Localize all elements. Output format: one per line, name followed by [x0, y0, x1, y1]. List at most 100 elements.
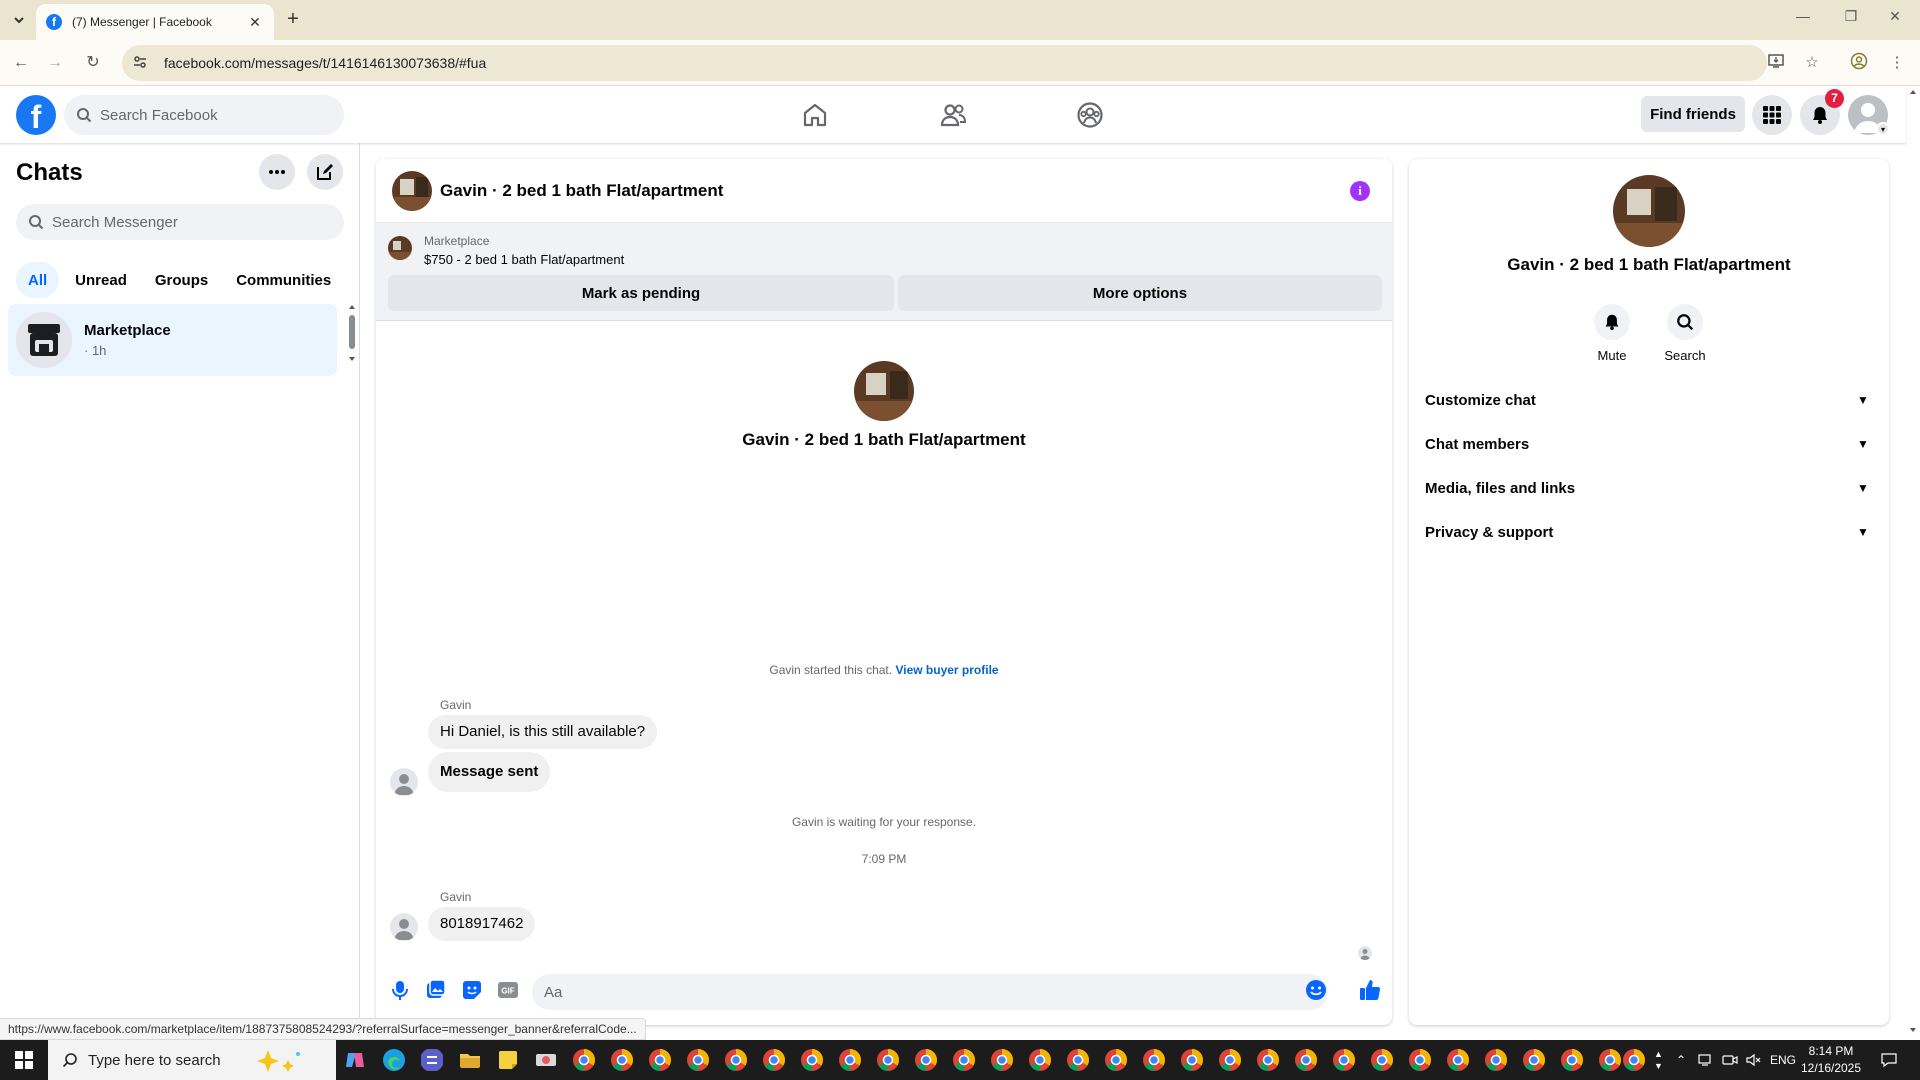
message-input-field[interactable]: [532, 974, 1328, 1010]
mute-action[interactable]: Mute: [1582, 304, 1642, 363]
message-input[interactable]: [544, 983, 1244, 1001]
chrome-profile-icon[interactable]: [876, 1048, 900, 1072]
filter-all[interactable]: All: [16, 262, 60, 298]
chat-list-item-marketplace[interactable]: Marketplace · 1h: [8, 304, 337, 376]
chrome-profile-icon[interactable]: [1256, 1048, 1280, 1072]
facebook-logo-icon[interactable]: f: [16, 95, 56, 135]
taskbar-clock[interactable]: 8:14 PM 12/16/2025: [1786, 1043, 1876, 1077]
privacy-support-section[interactable]: Privacy & support ▼: [1425, 510, 1873, 554]
filter-communities[interactable]: Communities: [224, 262, 343, 298]
messenger-search[interactable]: [16, 204, 344, 240]
friends-icon[interactable]: [938, 100, 968, 130]
site-info-icon[interactable]: [132, 54, 150, 72]
chrome-profile-icon[interactable]: [1622, 1048, 1646, 1072]
bell-icon[interactable]: [1594, 304, 1630, 340]
notification-center-icon[interactable]: [1880, 1040, 1898, 1080]
chrome-profile-icon[interactable]: [724, 1048, 748, 1072]
groups-icon[interactable]: [1075, 100, 1105, 130]
more-options-button[interactable]: More options: [898, 275, 1382, 311]
facebook-search[interactable]: [64, 95, 344, 135]
thumbs-up-like-icon[interactable]: [1358, 978, 1382, 1002]
network-icon[interactable]: [1698, 1040, 1714, 1080]
sender-avatar[interactable]: [390, 913, 418, 941]
search-action[interactable]: Search: [1655, 304, 1715, 363]
show-hidden-icons-icon[interactable]: ⌃: [1676, 1040, 1686, 1080]
chat-options-more-icon[interactable]: [259, 154, 295, 190]
contact-large-avatar[interactable]: [854, 361, 914, 421]
volume-muted-icon[interactable]: [1746, 1040, 1762, 1080]
edge-browser-icon[interactable]: [382, 1048, 406, 1072]
file-explorer-icon[interactable]: [458, 1048, 482, 1072]
minimize-icon[interactable]: —: [1788, 8, 1818, 24]
listing-price-title[interactable]: $750 - 2 bed 1 bath Flat/apartment: [424, 252, 624, 267]
chrome-profile-icon[interactable]: [1218, 1048, 1242, 1072]
sticker-icon[interactable]: [460, 978, 484, 1002]
bookmark-star-icon[interactable]: ☆: [1801, 52, 1823, 74]
chrome-profile-icon[interactable]: [1180, 1048, 1204, 1072]
page-scrollbar[interactable]: [1906, 86, 1920, 1040]
chrome-profile-icon[interactable]: [1446, 1048, 1470, 1072]
message-bubble[interactable]: Message sent: [428, 752, 551, 792]
back-icon[interactable]: ←: [10, 52, 32, 74]
chrome-profile-icon[interactable]: [1142, 1048, 1166, 1072]
chrome-profile-icon[interactable]: [686, 1048, 710, 1072]
menu-grid-icon[interactable]: [1752, 95, 1792, 135]
find-friends-button[interactable]: Find friends: [1641, 96, 1745, 132]
chrome-profile-icon[interactable]: [1598, 1048, 1622, 1072]
profile-icon[interactable]: [1850, 52, 1872, 74]
copilot-app-icon[interactable]: [343, 1048, 367, 1072]
conversation-info-icon[interactable]: i: [1350, 181, 1370, 201]
chrome-profile-icon[interactable]: [990, 1048, 1014, 1072]
taskbar-scroll-arrows-icon[interactable]: ▲ ▼: [1654, 1040, 1663, 1080]
forward-icon[interactable]: →: [44, 52, 66, 74]
conversation-header[interactable]: Gavin · 2 bed 1 bath Flat/apartment i: [376, 159, 1392, 223]
chrome-profile-icon[interactable]: [1560, 1048, 1584, 1072]
emoji-icon[interactable]: [1304, 978, 1328, 1002]
home-icon[interactable]: [800, 100, 830, 130]
tab-close-icon[interactable]: ✕: [246, 14, 264, 31]
attach-photo-icon[interactable]: [424, 978, 448, 1002]
facebook-search-input[interactable]: [100, 106, 320, 124]
new-tab-icon[interactable]: +: [281, 8, 305, 32]
restore-icon[interactable]: ❐: [1836, 8, 1866, 25]
filter-unread[interactable]: Unread: [63, 262, 139, 298]
reload-icon[interactable]: ↻: [82, 52, 104, 74]
filter-groups[interactable]: Groups: [143, 262, 220, 298]
account-chevron-down-icon[interactable]: ▾: [1876, 122, 1890, 136]
browser-menu-icon[interactable]: ⋮: [1886, 52, 1908, 74]
app-icon[interactable]: [420, 1048, 444, 1072]
chrome-profile-icon[interactable]: [838, 1048, 862, 1072]
meet-now-icon[interactable]: [1722, 1040, 1738, 1080]
details-avatar[interactable]: [1613, 175, 1685, 247]
chrome-profile-icon[interactable]: [800, 1048, 824, 1072]
chat-members-section[interactable]: Chat members ▼: [1425, 422, 1873, 466]
chrome-profile-icon[interactable]: [1294, 1048, 1318, 1072]
window-close-icon[interactable]: ✕: [1880, 8, 1910, 25]
voice-clip-microphone-icon[interactable]: [388, 978, 412, 1002]
chrome-profile-icon[interactable]: [648, 1048, 672, 1072]
messenger-search-input[interactable]: [52, 213, 322, 231]
chrome-profile-icon[interactable]: [914, 1048, 938, 1072]
chrome-profile-icon[interactable]: [1028, 1048, 1052, 1072]
chrome-profile-icon[interactable]: [1332, 1048, 1356, 1072]
media-files-links-section[interactable]: Media, files and links ▼: [1425, 466, 1873, 510]
browser-tab[interactable]: f (7) Messenger | Facebook ✕: [36, 4, 274, 40]
chrome-profile-icon[interactable]: [1104, 1048, 1128, 1072]
chrome-profile-icon[interactable]: [762, 1048, 786, 1072]
chrome-profile-icon[interactable]: [1066, 1048, 1090, 1072]
chat-list-scrollbar[interactable]: [347, 303, 357, 365]
chrome-profile-icon[interactable]: [952, 1048, 976, 1072]
mark-as-pending-button[interactable]: Mark as pending: [388, 275, 894, 311]
install-app-icon[interactable]: [1767, 52, 1789, 74]
chrome-profile-icon[interactable]: [1522, 1048, 1546, 1072]
listing-thumbnail[interactable]: [388, 236, 412, 260]
chrome-profile-icon[interactable]: [1408, 1048, 1432, 1072]
sticky-notes-icon[interactable]: [496, 1048, 520, 1072]
address-bar[interactable]: facebook.com/messages/t/1416146130073638…: [122, 45, 1767, 81]
conversation-avatar[interactable]: [392, 170, 432, 211]
chrome-profile-icon[interactable]: [1370, 1048, 1394, 1072]
windows-start-icon[interactable]: [0, 1040, 48, 1080]
app-icon[interactable]: [534, 1048, 558, 1072]
new-message-compose-icon[interactable]: [307, 154, 343, 190]
sender-avatar[interactable]: [390, 768, 418, 796]
